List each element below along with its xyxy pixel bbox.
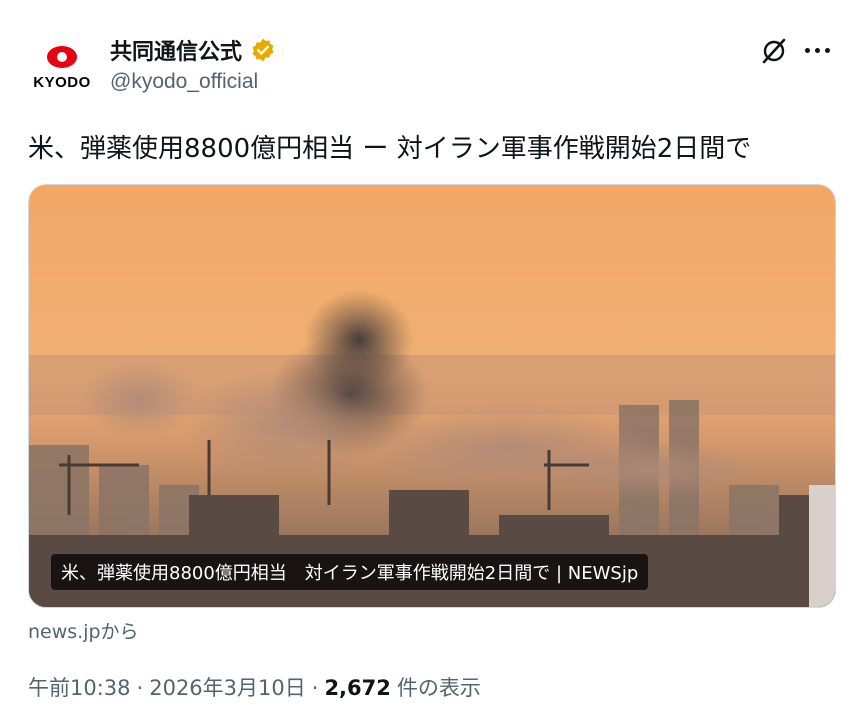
grok-icon[interactable] (760, 37, 788, 65)
more-icon[interactable] (805, 42, 835, 58)
meta-separator: · (311, 676, 319, 700)
views-label: 件の表示 (396, 676, 481, 700)
tweet-time[interactable]: 午前10:38 (28, 672, 131, 702)
author-handle[interactable]: @kyodo_official (110, 70, 258, 94)
avatar-brand-text: KYODO (33, 73, 91, 91)
link-card[interactable]: 米、弾薬使用8800億円相当 対イラン軍事作戦開始2日間で | NEWSjp (28, 184, 836, 608)
tweet-date[interactable]: 2026年3月10日 (149, 672, 306, 702)
tweet-text: 米、弾薬使用8800億円相当 ー 対イラン軍事作戦開始2日間で (28, 134, 752, 164)
tweet-meta: 午前10:38 · 2026年3月10日 · 2,672 件の表示 (28, 672, 481, 702)
card-caption: 米、弾薬使用8800億円相当 対イラン軍事作戦開始2日間で | NEWSjp (51, 554, 649, 590)
avatar[interactable]: KYODO (28, 34, 96, 102)
city-smoke-photo (29, 185, 835, 607)
card-source-link[interactable]: news.jpから (28, 617, 139, 644)
meta-separator: · (136, 676, 144, 700)
author-display-name[interactable]: 共同通信公式 (110, 34, 242, 66)
kyodo-logo-icon (47, 45, 77, 68)
views-count[interactable]: 2,672 (324, 676, 390, 700)
verified-badge-icon (252, 38, 274, 62)
author-name-row: 共同通信公式 (110, 34, 276, 66)
